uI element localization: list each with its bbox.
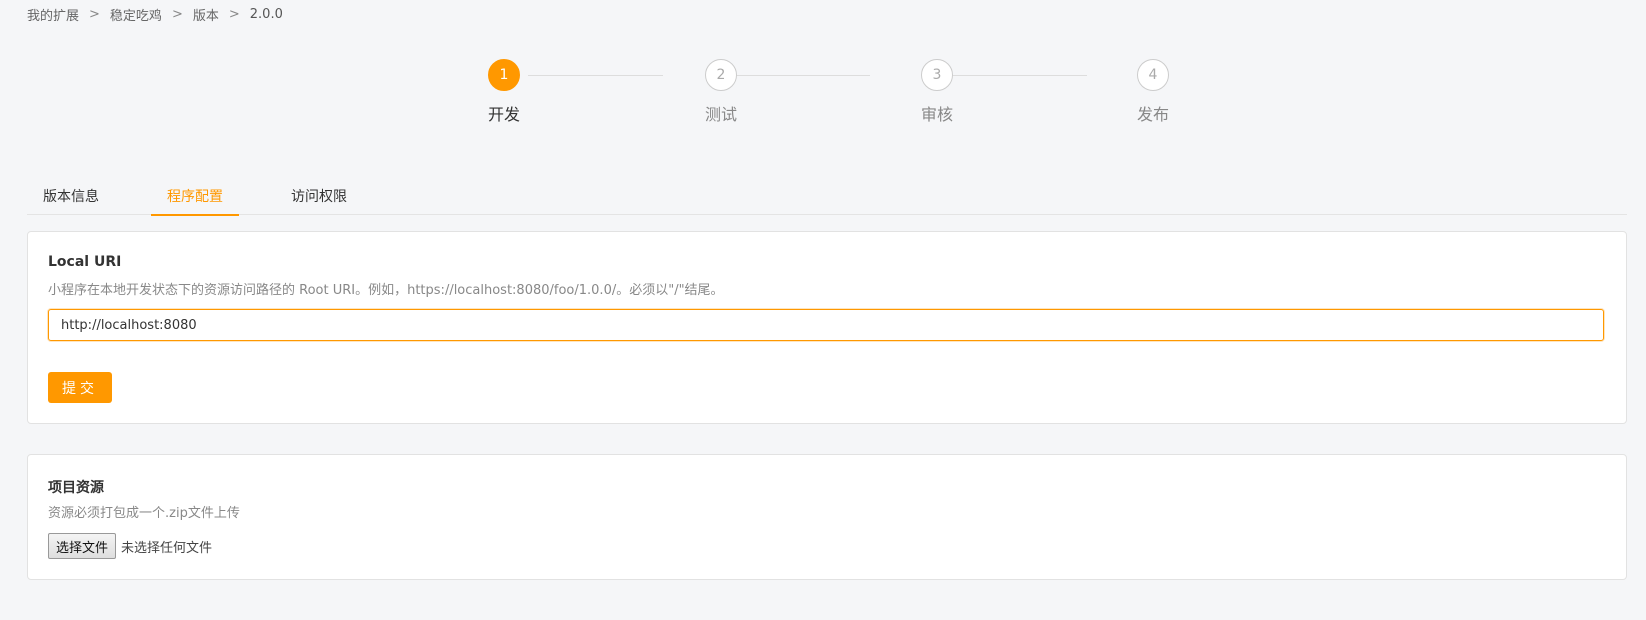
step-label: 发布 — [1136, 105, 1169, 124]
step-number: 4 — [1137, 59, 1169, 91]
local-uri-card: Local URI 小程序在本地开发状态下的资源访问路径的 Root URI。例… — [27, 231, 1627, 424]
breadcrumb-separator: > — [89, 7, 100, 22]
breadcrumb: 我的扩展 > 稳定吃鸡 > 版本 > 2.0.0 — [27, 5, 283, 24]
step-connector — [528, 75, 663, 76]
step-label: 测试 — [704, 105, 737, 124]
breadcrumb-item-versions[interactable]: 版本 — [193, 5, 219, 24]
local-uri-title: Local URI — [48, 254, 122, 270]
step-number: 1 — [488, 59, 520, 91]
local-uri-description: 小程序在本地开发状态下的资源访问路径的 Root URI。例如，https://… — [48, 283, 724, 298]
local-uri-input[interactable] — [48, 309, 1604, 341]
step-test: 2 测试 — [691, 59, 751, 125]
step-label: 审核 — [920, 105, 953, 124]
project-resources-card: 项目资源 资源必须打包成一个.zip文件上传 选择文件 未选择任何文件 — [27, 454, 1627, 580]
step-develop: 1 开发 — [474, 59, 534, 125]
progress-steps: 1 开发 2 测试 3 审核 4 发布 — [488, 59, 1169, 129]
breadcrumb-separator: > — [171, 7, 183, 22]
tab-access-permissions[interactable]: 访问权限 — [275, 178, 363, 215]
tab-version-info[interactable]: 版本信息 — [27, 178, 115, 215]
step-label: 开发 — [487, 105, 520, 124]
file-upload: 选择文件 未选择任何文件 — [48, 533, 212, 559]
step-number: 2 — [705, 59, 737, 91]
breadcrumb-item-extension[interactable]: 稳定吃鸡 — [110, 5, 162, 24]
choose-file-button[interactable]: 选择文件 — [48, 533, 117, 559]
breadcrumb-item-current-version: 2.0.0 — [249, 7, 283, 22]
step-publish: 4 发布 — [1123, 59, 1183, 125]
project-resources-description: 资源必须打包成一个.zip文件上传 — [48, 506, 240, 521]
tab-program-config[interactable]: 程序配置 — [151, 178, 239, 216]
step-number: 3 — [921, 59, 953, 91]
submit-button[interactable]: 提交 — [48, 372, 112, 403]
config-tabs: 版本信息 程序配置 访问权限 — [27, 178, 1627, 216]
step-review: 3 审核 — [907, 59, 967, 125]
breadcrumb-item-my-extensions[interactable]: 我的扩展 — [27, 5, 79, 24]
breadcrumb-separator: > — [228, 7, 240, 22]
file-status: 未选择任何文件 — [121, 540, 213, 556]
project-resources-title: 项目资源 — [48, 480, 104, 496]
